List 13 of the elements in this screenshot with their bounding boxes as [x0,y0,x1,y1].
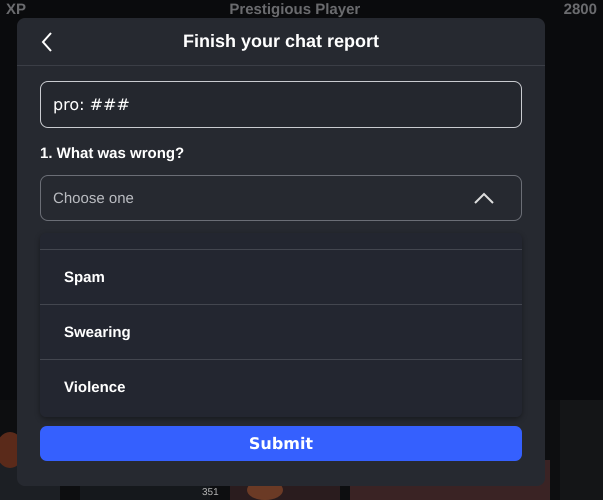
score-number: 351 [202,487,219,499]
menu-option[interactable]: Violence [40,360,522,414]
menu-option[interactable]: Swearing [40,305,522,360]
menu-option[interactable]: Spam [40,250,522,305]
input-field[interactable]: pro: ### [40,81,522,128]
dropdown[interactable]: Choose one [40,175,522,221]
scoreboard-text: Prestigious Player [229,0,360,18]
dialog-title: Finish your chat report [182,31,380,52]
chevron-icon [473,191,495,205]
question-label: 1. What was wrong? [40,145,186,162]
submit-button[interactable]: Submit [40,426,522,461]
scoreboard-text: 2800 [564,0,597,18]
scoreboard-text: XP [6,0,26,18]
